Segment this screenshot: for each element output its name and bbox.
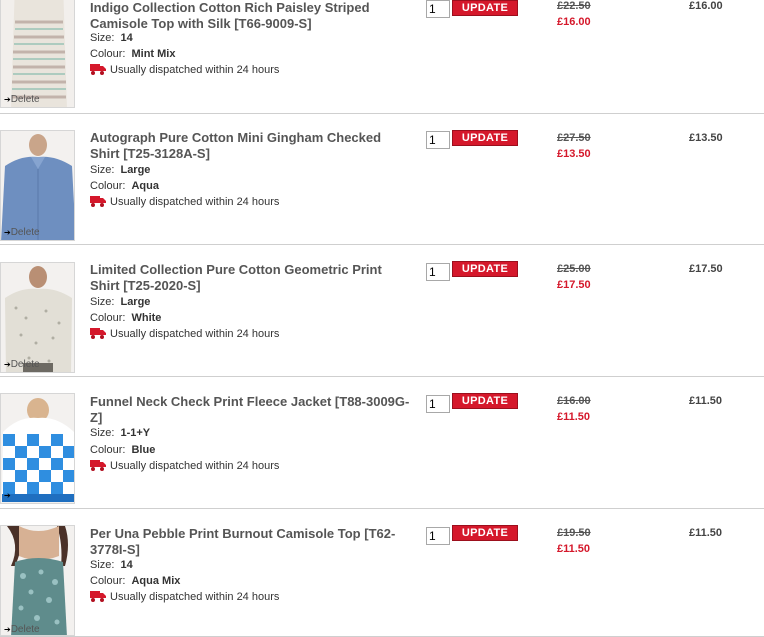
product-title[interactable]: Limited Collection Pure Cotton Geometric… (90, 262, 410, 294)
size-detail: Size: Large (90, 164, 151, 176)
update-button[interactable]: UPDATE (452, 525, 518, 541)
product-image[interactable]: ➔Delete (0, 525, 75, 636)
now-price: £13.50 (557, 148, 591, 160)
delete-link[interactable]: ➔Delete (4, 95, 40, 105)
line-total: £17.50 (689, 263, 723, 275)
update-button[interactable]: UPDATE (452, 130, 518, 146)
product-image[interactable]: ➔Delete (0, 0, 75, 108)
size-value: 14 (120, 559, 133, 571)
dispatch-info: Usually dispatched within 24 hours (90, 327, 279, 341)
colour-detail: Colour: Blue (90, 444, 156, 456)
product-title[interactable]: Funnel Neck Check Print Fleece Jacket [T… (90, 394, 410, 426)
now-price: £11.50 (557, 543, 591, 555)
colour-value: Mint Mix (131, 48, 176, 60)
checked-shirt-image (1, 131, 74, 240)
fleece-jacket-image (1, 394, 74, 503)
product-title[interactable]: Autograph Pure Cotton Mini Gingham Check… (90, 130, 410, 162)
delete-link[interactable]: ➔Delete (4, 360, 40, 370)
size-detail: Size: 14 (90, 32, 133, 44)
basket-item-row: ➔ Funnel Neck Check Print Fleece Jacket … (0, 393, 764, 509)
product-image[interactable]: ➔Delete (0, 262, 75, 373)
basket-item-row: ➔Delete Per Una Pebble Print Burnout Cam… (0, 525, 764, 637)
update-button[interactable]: UPDATE (452, 393, 518, 409)
size-value: Large (120, 164, 151, 176)
delete-link[interactable]: ➔ (4, 491, 11, 501)
quantity-input[interactable]: 1 (426, 131, 450, 149)
size-value: Large (120, 296, 151, 308)
colour-value: Blue (131, 444, 156, 456)
was-price: £25.00 (557, 263, 591, 275)
now-price: £16.00 (557, 16, 591, 28)
line-total: £16.00 (689, 0, 723, 12)
quantity-input[interactable]: 1 (426, 0, 450, 18)
basket-item-row: ➔Delete Indigo Collection Cotton Rich Pa… (0, 0, 764, 114)
delivery-truck-icon (90, 591, 106, 602)
basket-item-row: ➔Delete Autograph Pure Cotton Mini Gingh… (0, 129, 764, 245)
colour-value: Aqua (131, 180, 159, 192)
basket-item-row: ➔Delete Limited Collection Pure Cotton G… (0, 261, 764, 377)
line-total: £11.50 (689, 527, 723, 539)
size-detail: Size: 14 (90, 559, 133, 571)
update-button[interactable]: UPDATE (452, 0, 518, 16)
camisole-top-image (1, 526, 74, 635)
delete-link[interactable]: ➔Delete (4, 625, 40, 635)
was-price: £27.50 (557, 132, 591, 144)
delivery-truck-icon (90, 64, 106, 75)
camisole-image (1, 0, 74, 107)
arrow-right-icon: ➔ (4, 95, 11, 104)
geometric-shirt-image (1, 263, 74, 372)
size-value: 1-1+Y (120, 427, 151, 439)
product-image[interactable]: ➔Delete (0, 130, 75, 241)
line-total: £13.50 (689, 132, 723, 144)
delivery-truck-icon (90, 460, 106, 471)
quantity-input[interactable]: 1 (426, 263, 450, 281)
update-button[interactable]: UPDATE (452, 261, 518, 277)
delivery-truck-icon (90, 328, 106, 339)
now-price: £17.50 (557, 279, 591, 291)
quantity-input[interactable]: 1 (426, 527, 450, 545)
delete-link[interactable]: ➔Delete (4, 228, 40, 238)
colour-value: Aqua Mix (131, 575, 181, 587)
colour-value: White (131, 312, 162, 324)
arrow-right-icon: ➔ (4, 625, 11, 634)
delivery-truck-icon (90, 196, 106, 207)
product-image[interactable]: ➔ (0, 393, 75, 504)
was-price: £22.50 (557, 0, 591, 12)
arrow-right-icon: ➔ (4, 228, 11, 237)
dispatch-info: Usually dispatched within 24 hours (90, 195, 279, 209)
was-price: £19.50 (557, 527, 591, 539)
arrow-right-icon: ➔ (4, 360, 11, 369)
was-price: £16.00 (557, 395, 591, 407)
colour-detail: Colour: Aqua (90, 180, 159, 192)
quantity-input[interactable]: 1 (426, 395, 450, 413)
size-detail: Size: 1-1+Y (90, 427, 151, 439)
size-detail: Size: Large (90, 296, 151, 308)
dispatch-info: Usually dispatched within 24 hours (90, 590, 279, 604)
arrow-right-icon: ➔ (4, 491, 11, 500)
colour-detail: Colour: White (90, 312, 162, 324)
colour-detail: Colour: Mint Mix (90, 48, 176, 60)
colour-detail: Colour: Aqua Mix (90, 575, 181, 587)
product-title[interactable]: Indigo Collection Cotton Rich Paisley St… (90, 0, 410, 32)
line-total: £11.50 (689, 395, 723, 407)
size-value: 14 (120, 32, 133, 44)
dispatch-info: Usually dispatched within 24 hours (90, 63, 279, 77)
now-price: £11.50 (557, 411, 591, 423)
dispatch-info: Usually dispatched within 24 hours (90, 459, 279, 473)
product-title[interactable]: Per Una Pebble Print Burnout Camisole To… (90, 526, 410, 558)
